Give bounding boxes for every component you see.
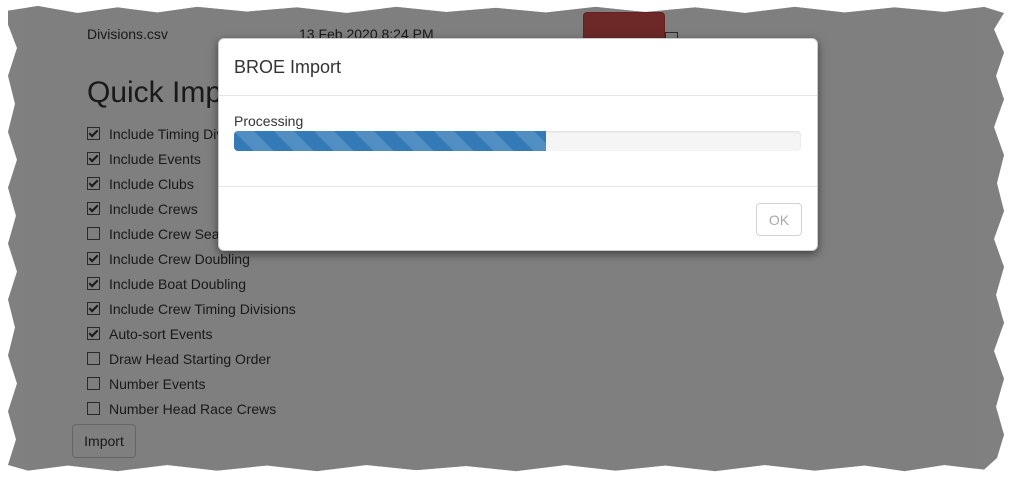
progress-bar [234, 131, 546, 151]
modal-footer: OK [219, 187, 817, 251]
screenshot-frame: Divisions.csv 13 Feb 2020 8:24 PM Quick … [8, 6, 1004, 472]
modal-title: BROE Import [234, 56, 342, 77]
progress-track [234, 131, 801, 151]
modal-header: BROE Import [219, 39, 817, 96]
status-text: Processing [234, 113, 304, 129]
import-modal: BROE Import Processing OK [218, 38, 818, 251]
modal-body: Processing [219, 96, 817, 187]
import-page: Divisions.csv 13 Feb 2020 8:24 PM Quick … [28, 6, 976, 472]
ok-button[interactable]: OK [756, 203, 802, 236]
